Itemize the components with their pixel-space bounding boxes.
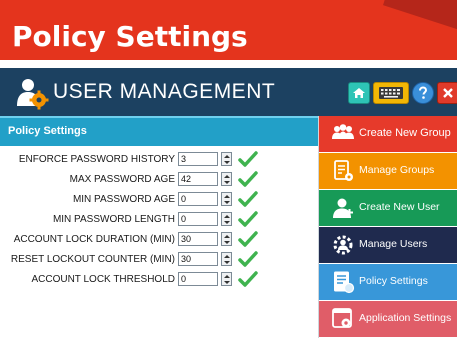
nav-menu: Create New Group Manage Groups Create Ne… [319, 116, 457, 338]
setting-label: ENFORCE PASSWORD HISTORY [18, 154, 175, 165]
enforce-password-history-stepper[interactable] [221, 152, 232, 166]
min-password-length-stepper[interactable] [221, 212, 232, 226]
nav-item-label: Create New User [359, 201, 440, 213]
account-lock-threshold-stepper[interactable] [221, 272, 232, 286]
setting-row-enforce-password-history: ENFORCE PASSWORD HISTORY 3 [0, 151, 318, 168]
group-manage-icon [334, 160, 353, 181]
app-header: USER MANAGEMENT [0, 68, 457, 116]
setting-label: MAX PASSWORD AGE [69, 174, 175, 185]
keyboard-icon [379, 87, 403, 99]
policy-icon [334, 271, 355, 294]
check-icon [238, 151, 258, 167]
close-button[interactable] [437, 82, 457, 104]
nav-item-label: Application Settings [359, 312, 452, 324]
nav-policy-settings[interactable]: Policy Settings [319, 264, 457, 300]
nav-manage-users[interactable]: Manage Users [319, 227, 457, 263]
panel-header: Policy Settings [0, 116, 318, 146]
nav-create-new-group[interactable]: Create New Group [319, 116, 457, 152]
nav-create-new-user[interactable]: Create New User [319, 190, 457, 226]
nav-item-label: Policy Settings [359, 275, 428, 287]
setting-label: MIN PASSWORD AGE [72, 194, 175, 205]
nav-item-label: Manage Groups [359, 164, 435, 176]
setting-label: ACCOUNT LOCK DURATION (MIN) [13, 234, 175, 245]
check-icon [238, 231, 258, 247]
account-lock-threshold-input[interactable]: 0 [178, 272, 218, 286]
nav-item-label: Create New Group [359, 127, 451, 139]
group-add-icon [332, 124, 354, 139]
check-icon [238, 171, 258, 187]
nav-application-settings[interactable]: Application Settings [319, 301, 457, 337]
setting-row-max-password-age: MAX PASSWORD AGE 42 [0, 171, 318, 188]
account-lock-duration-input[interactable]: 30 [178, 232, 218, 246]
min-password-age-stepper[interactable] [221, 192, 232, 206]
reset-lockout-counter-stepper[interactable] [221, 252, 232, 266]
home-icon [353, 88, 365, 98]
setting-label: RESET LOCKOUT COUNTER (MIN) [10, 254, 175, 265]
setting-row-min-password-length: MIN PASSWORD LENGTH 0 [0, 211, 318, 228]
check-icon [238, 251, 258, 267]
setting-label: MIN PASSWORD LENGTH [52, 214, 175, 225]
keyboard-button[interactable] [373, 82, 409, 104]
nav-manage-groups[interactable]: Manage Groups [319, 153, 457, 189]
nav-item-label: Manage Users [359, 238, 428, 250]
app-title: USER MANAGEMENT [53, 80, 276, 103]
reset-lockout-counter-input[interactable]: 30 [178, 252, 218, 266]
setting-row-account-lock-threshold: ACCOUNT LOCK THRESHOLD 0 [0, 271, 318, 288]
help-button[interactable] [412, 82, 434, 104]
check-icon [238, 191, 258, 207]
enforce-password-history-input[interactable]: 3 [178, 152, 218, 166]
account-lock-duration-stepper[interactable] [221, 232, 232, 246]
policy-settings-panel: Policy Settings ENFORCE PASSWORD HISTORY… [0, 116, 319, 338]
min-password-age-input[interactable]: 0 [178, 192, 218, 206]
home-button[interactable] [348, 82, 370, 104]
close-icon [443, 88, 453, 98]
slide-title: Policy Settings [12, 20, 248, 53]
check-icon [238, 271, 258, 287]
panel-title: Policy Settings [8, 125, 87, 137]
user-management-app: USER MANAGEMENT Policy Settings ENFORCE … [0, 68, 457, 338]
min-password-length-input[interactable]: 0 [178, 212, 218, 226]
setting-row-reset-lockout-counter: RESET LOCKOUT COUNTER (MIN) 30 [0, 251, 318, 268]
setting-row-account-lock-duration: ACCOUNT LOCK DURATION (MIN) 30 [0, 231, 318, 248]
max-password-age-input[interactable]: 42 [178, 172, 218, 186]
check-icon [238, 211, 258, 227]
user-manage-icon [333, 235, 353, 255]
users-gear-icon [17, 79, 49, 110]
app-settings-icon [332, 308, 352, 328]
banner-accent [383, 0, 457, 33]
user-add-icon [333, 198, 353, 218]
slide-banner: Policy Settings [0, 0, 457, 60]
help-icon [419, 86, 428, 99]
setting-label: ACCOUNT LOCK THRESHOLD [31, 274, 175, 285]
max-password-age-stepper[interactable] [221, 172, 232, 186]
setting-row-min-password-age: MIN PASSWORD AGE 0 [0, 191, 318, 208]
